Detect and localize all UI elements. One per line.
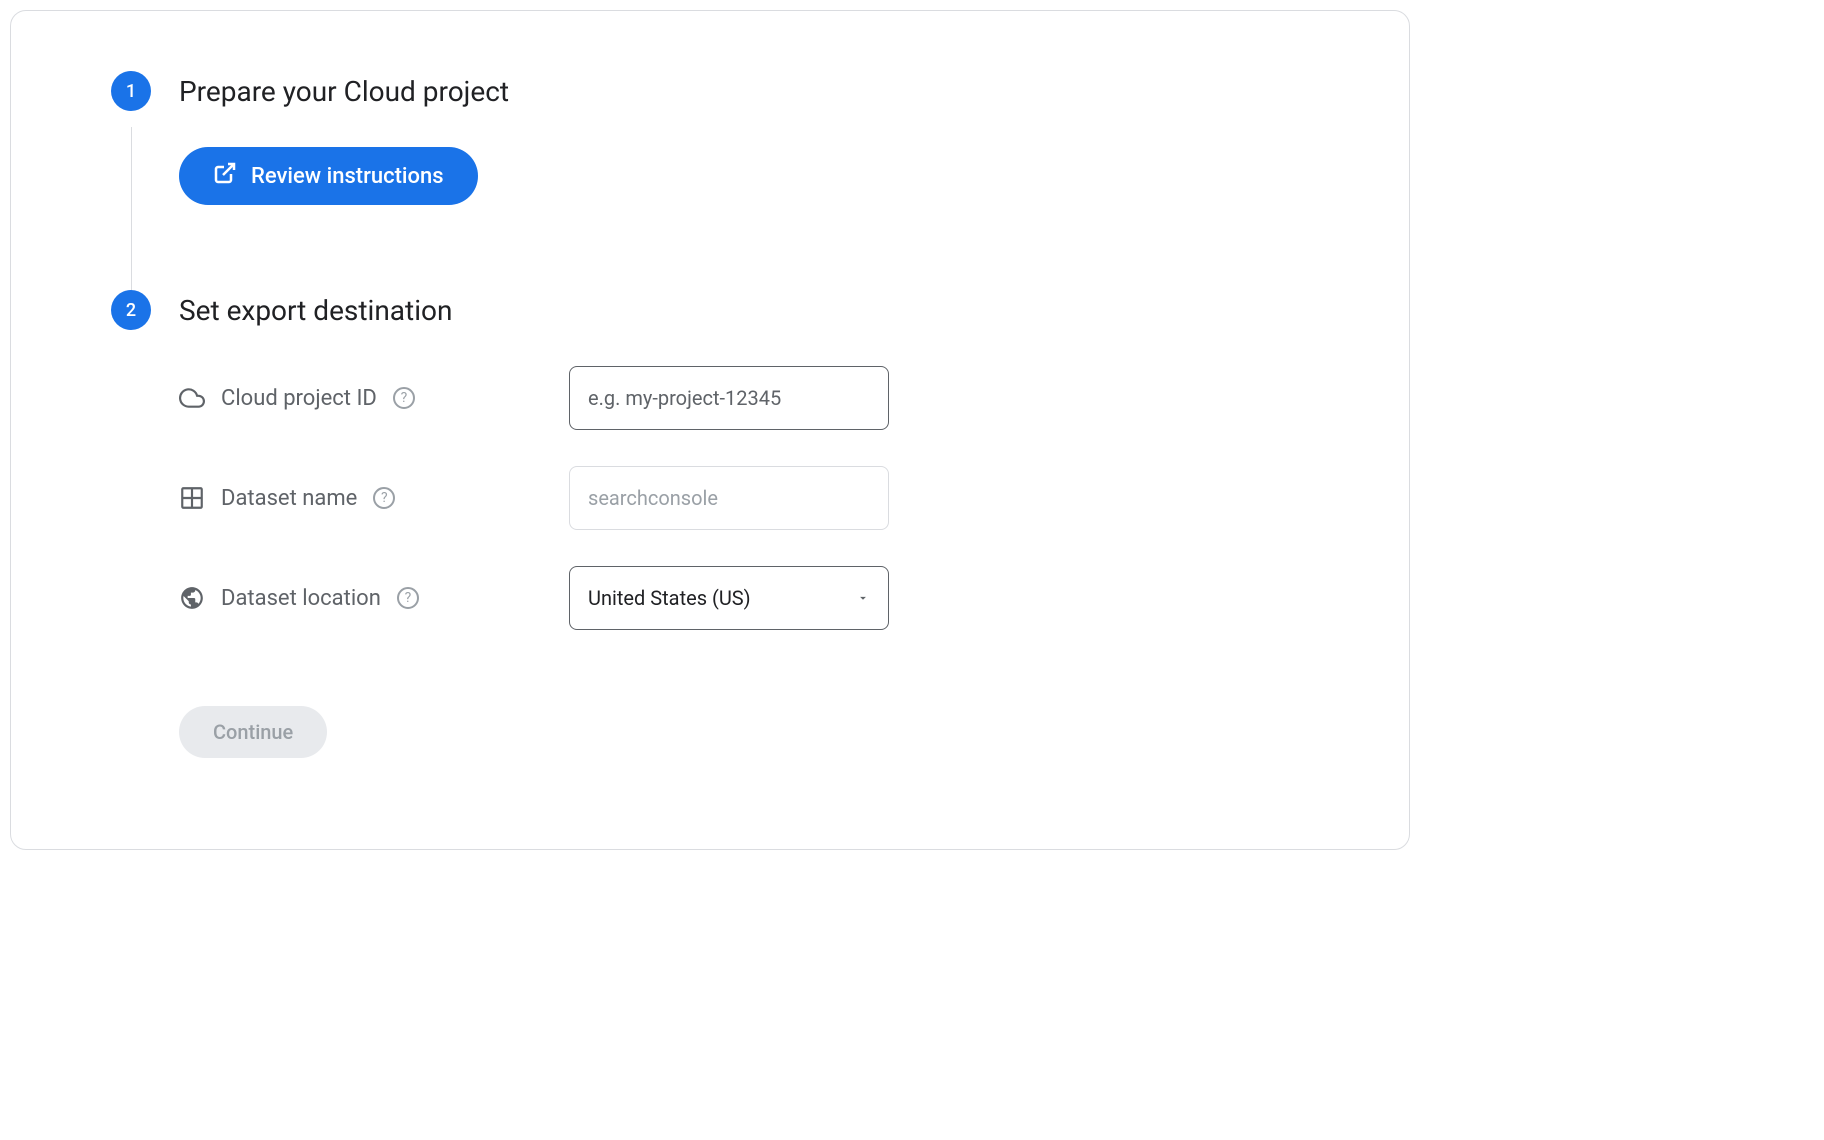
project-id-label-group: Cloud project ID ? xyxy=(179,385,569,411)
step-connector-line xyxy=(131,127,132,302)
step-2-header: 2 Set export destination xyxy=(111,290,1309,330)
dataset-location-label-group: Dataset location ? xyxy=(179,585,569,611)
step-1-number-badge: 1 xyxy=(111,71,151,111)
project-id-label: Cloud project ID xyxy=(221,386,377,411)
chevron-down-icon xyxy=(856,586,870,610)
review-instructions-label: Review instructions xyxy=(251,164,444,189)
step-2-number-badge: 2 xyxy=(111,290,151,330)
dataset-location-selected: United States (US) xyxy=(588,586,751,610)
dataset-name-row: Dataset name ? xyxy=(179,466,1309,530)
step-2: 2 Set export destination Cloud project I… xyxy=(111,290,1309,758)
step-2-content: Cloud project ID ? Dataset name xyxy=(111,366,1309,758)
help-icon[interactable]: ? xyxy=(373,487,395,509)
continue-button[interactable]: Continue xyxy=(179,706,327,758)
globe-icon xyxy=(179,585,205,611)
dataset-name-label-group: Dataset name ? xyxy=(179,485,569,511)
project-id-input[interactable] xyxy=(569,366,889,430)
step-1-title: Prepare your Cloud project xyxy=(179,75,509,108)
step-1: 1 Prepare your Cloud project Review inst… xyxy=(111,71,1309,290)
dataset-name-label: Dataset name xyxy=(221,486,357,511)
dataset-location-select[interactable]: United States (US) xyxy=(569,566,889,630)
dataset-name-input[interactable] xyxy=(569,466,889,530)
dataset-icon xyxy=(179,485,205,511)
setup-wizard-card: 1 Prepare your Cloud project Review inst… xyxy=(10,10,1410,850)
dataset-location-row: Dataset location ? United States (US) xyxy=(179,566,1309,630)
step-2-title: Set export destination xyxy=(179,294,452,327)
dataset-location-label: Dataset location xyxy=(221,586,381,611)
project-id-row: Cloud project ID ? xyxy=(179,366,1309,430)
review-instructions-button[interactable]: Review instructions xyxy=(179,147,478,205)
step-1-header: 1 Prepare your Cloud project xyxy=(111,71,1309,111)
cloud-icon xyxy=(179,385,205,411)
help-icon[interactable]: ? xyxy=(393,387,415,409)
open-external-icon xyxy=(213,161,237,191)
help-icon[interactable]: ? xyxy=(397,587,419,609)
step-1-content: Review instructions xyxy=(111,147,1309,290)
